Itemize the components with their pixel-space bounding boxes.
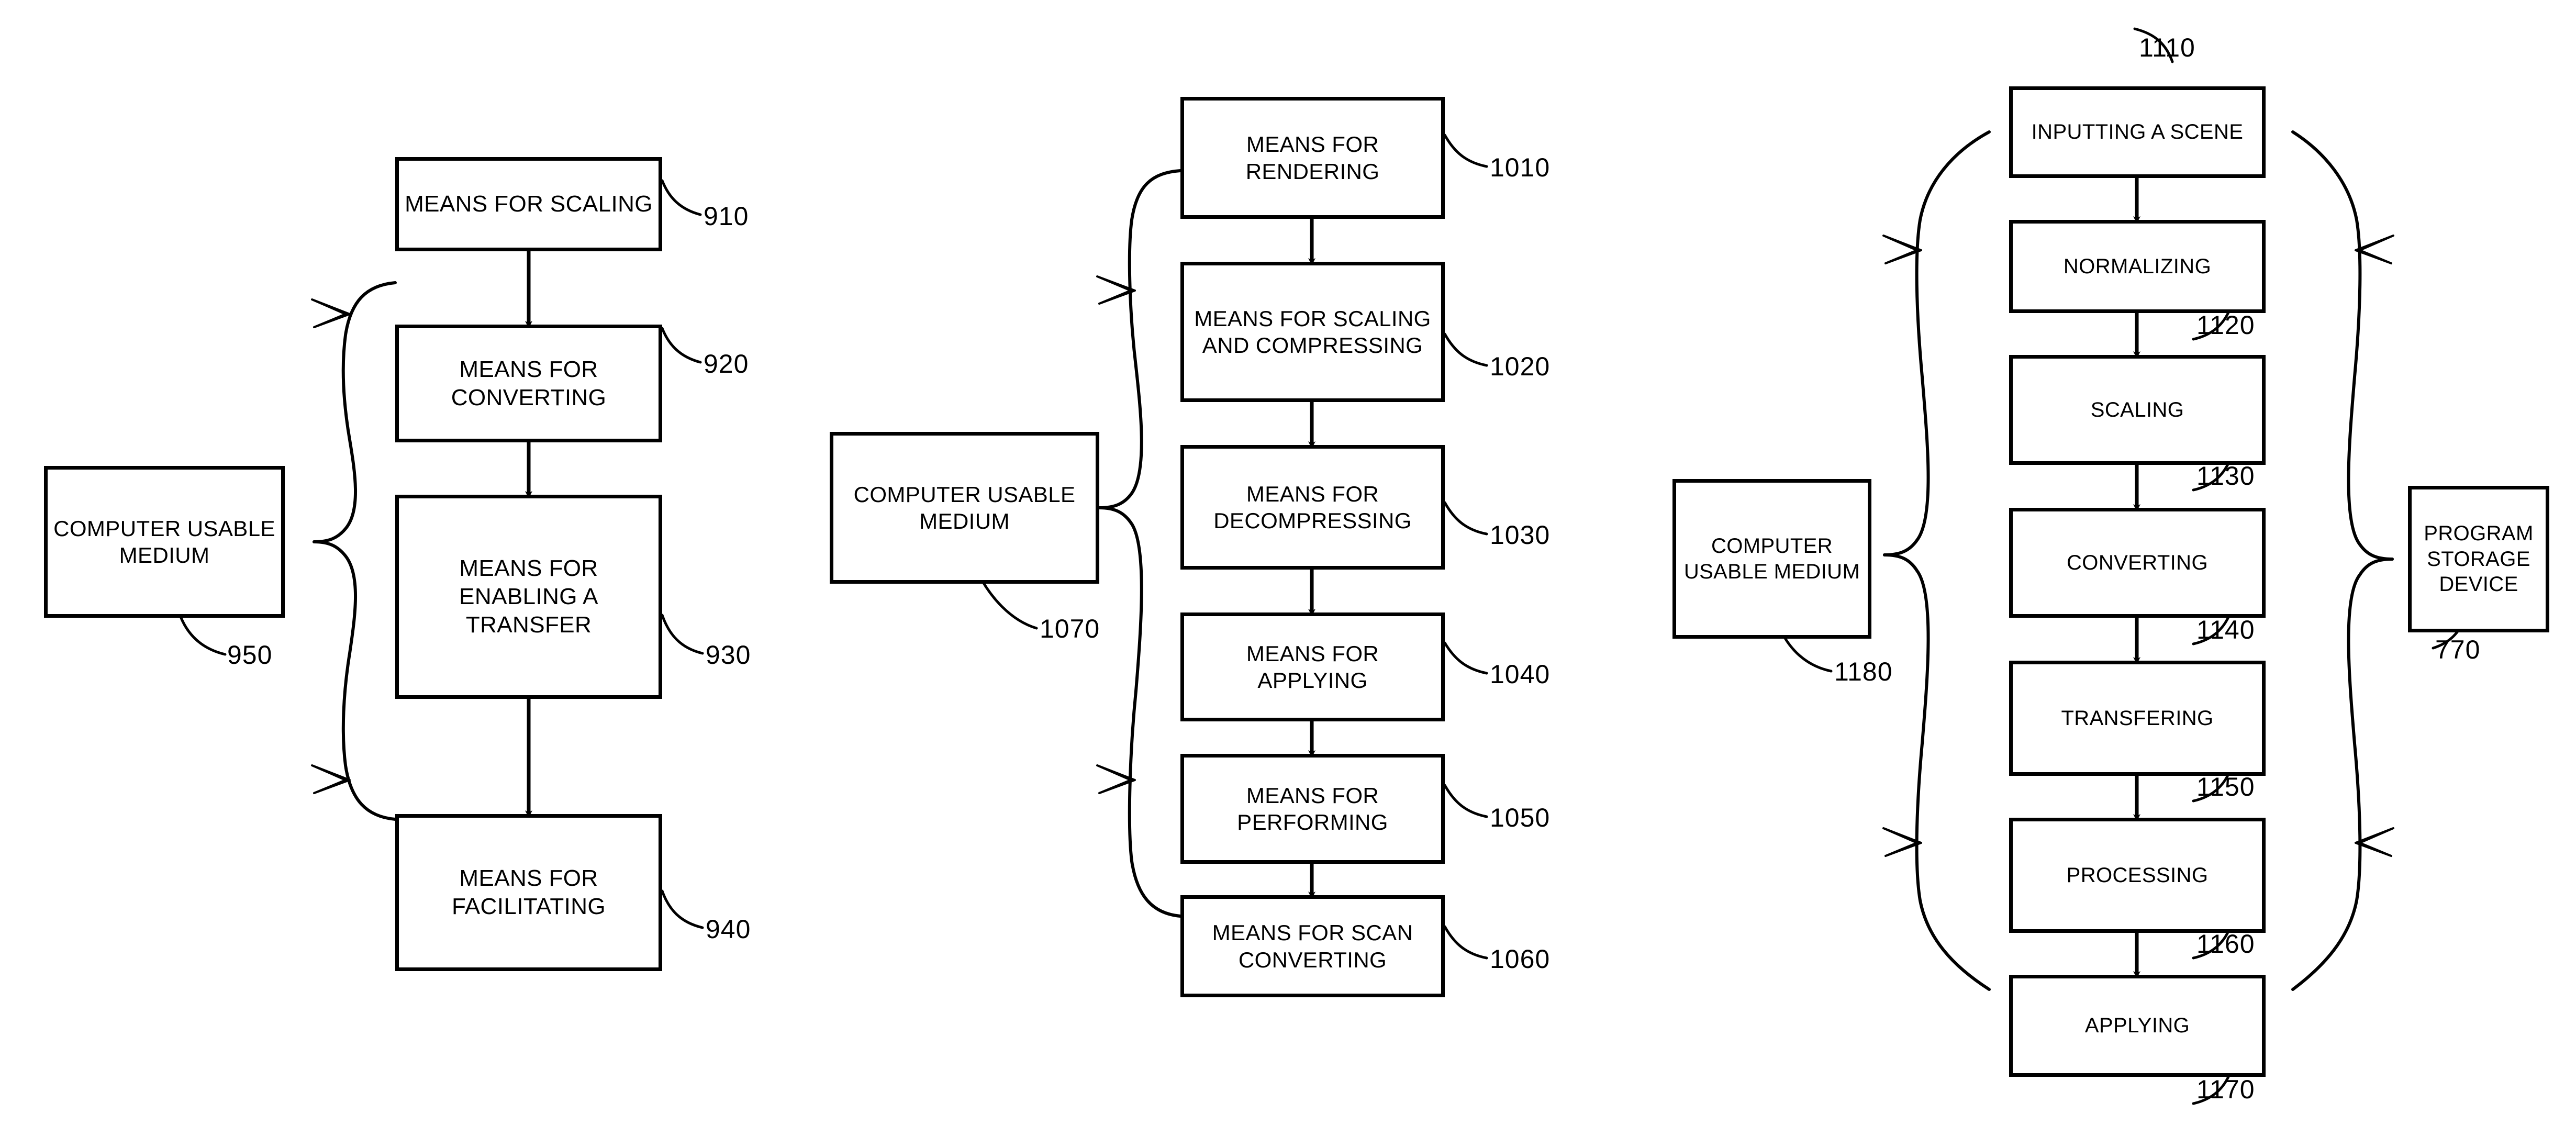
ref-1150: 1150 <box>2196 772 2255 801</box>
step-box-1170: APPLYING <box>2009 975 2266 1077</box>
device-box-770: PROGRAM STORAGE DEVICE <box>2408 486 2549 632</box>
ref-1120: 1120 <box>2196 310 2255 340</box>
step-box-1110-label: INPUTTING A SCENE <box>2031 120 2244 144</box>
medium-box-1070: COMPUTER USABLE MEDIUM <box>830 432 1099 584</box>
ref-930: 930 <box>706 640 751 670</box>
step-box-910: MEANS FOR SCALING <box>395 157 662 251</box>
ref-1010: 1010 <box>1490 153 1551 182</box>
ref-940: 940 <box>706 915 751 944</box>
step-box-1110: INPUTTING A SCENE <box>2009 86 2266 178</box>
brace-770 <box>2291 130 2394 991</box>
step-box-1150: TRANSFERING <box>2009 661 2266 776</box>
step-box-1150-label: TRANSFERING <box>2061 706 2214 730</box>
step-box-920-label: MEANS FOR CONVERTING <box>451 356 607 410</box>
medium-box-950-label: COMPUTER USABLE MEDIUM <box>53 516 275 567</box>
step-box-1050-label: MEANS FOR PERFORMING <box>1237 783 1388 834</box>
step-box-1170-label: APPLYING <box>2084 1014 2190 1038</box>
ref-1040: 1040 <box>1490 660 1551 689</box>
ref-1130: 1130 <box>2196 461 2255 491</box>
medium-box-1180: COMPUTER USABLE MEDIUM <box>1672 479 1871 639</box>
medium-box-1180-label: COMPUTER USABLE MEDIUM <box>1683 534 1860 583</box>
ref-1060: 1060 <box>1490 944 1551 974</box>
ref-770: 770 <box>2435 635 2481 664</box>
step-box-1060: MEANS FOR SCAN CONVERTING <box>1180 895 1445 997</box>
step-box-930-label: MEANS FOR ENABLING A TRANSFER <box>459 555 598 638</box>
ref-1180: 1180 <box>1834 657 1893 686</box>
step-box-1140-label: CONVERTING <box>2067 551 2208 574</box>
ref-1070: 1070 <box>1040 614 1100 643</box>
step-box-1010-label: MEANS FOR RENDERING <box>1245 132 1380 184</box>
step-box-940: MEANS FOR FACILITATING <box>395 814 662 971</box>
step-box-1140: CONVERTING <box>2009 508 2266 618</box>
step-box-1160: PROCESSING <box>2009 818 2266 933</box>
ref-1110: 1110 <box>2139 33 2195 62</box>
brace-1070 <box>1096 169 1182 918</box>
step-box-1120: NORMALIZING <box>2009 220 2266 313</box>
brace-950 <box>311 281 397 821</box>
step-box-1060-label: MEANS FOR SCAN CONVERTING <box>1212 920 1413 972</box>
medium-box-1070-label: COMPUTER USABLE MEDIUM <box>853 482 1076 533</box>
step-box-940-label: MEANS FOR FACILITATING <box>451 865 606 919</box>
ref-910: 910 <box>704 202 749 231</box>
step-box-1160-label: PROCESSING <box>2066 863 2209 887</box>
step-box-1130: SCALING <box>2009 355 2266 465</box>
step-box-1050: MEANS FOR PERFORMING <box>1180 754 1445 864</box>
step-box-1040-label: MEANS FOR APPLYING <box>1246 641 1379 693</box>
step-box-1010: MEANS FOR RENDERING <box>1180 97 1445 219</box>
step-box-1120-label: NORMALIZING <box>2063 254 2212 278</box>
step-box-930: MEANS FOR ENABLING A TRANSFER <box>395 495 662 699</box>
step-box-1020-label: MEANS FOR SCALING AND COMPRESSING <box>1194 306 1431 358</box>
step-box-1020: MEANS FOR SCALING AND COMPRESSING <box>1180 262 1445 402</box>
ref-1030: 1030 <box>1490 520 1551 550</box>
ref-1140: 1140 <box>2196 615 2255 644</box>
patent-figure-sheet: COMPUTER USABLE MEDIUM 950 MEANS FOR SCA… <box>0 0 2576 1136</box>
ref-950: 950 <box>227 640 273 670</box>
step-box-1030: MEANS FOR DECOMPRESSING <box>1180 445 1445 570</box>
brace-1180 <box>1882 130 1991 991</box>
device-box-770-label: PROGRAM STORAGE DEVICE <box>2424 521 2534 596</box>
ref-1160: 1160 <box>2196 929 2255 959</box>
medium-box-950: COMPUTER USABLE MEDIUM <box>44 466 285 618</box>
ref-1020: 1020 <box>1490 352 1551 381</box>
step-box-1130-label: SCALING <box>2090 398 2184 421</box>
ref-1050: 1050 <box>1490 803 1551 832</box>
step-box-910-label: MEANS FOR SCALING <box>405 191 653 217</box>
ref-1170: 1170 <box>2196 1075 2255 1104</box>
step-box-1030-label: MEANS FOR DECOMPRESSING <box>1213 481 1412 533</box>
ref-920: 920 <box>704 349 749 378</box>
step-box-920: MEANS FOR CONVERTING <box>395 325 662 442</box>
step-box-1040: MEANS FOR APPLYING <box>1180 612 1445 721</box>
